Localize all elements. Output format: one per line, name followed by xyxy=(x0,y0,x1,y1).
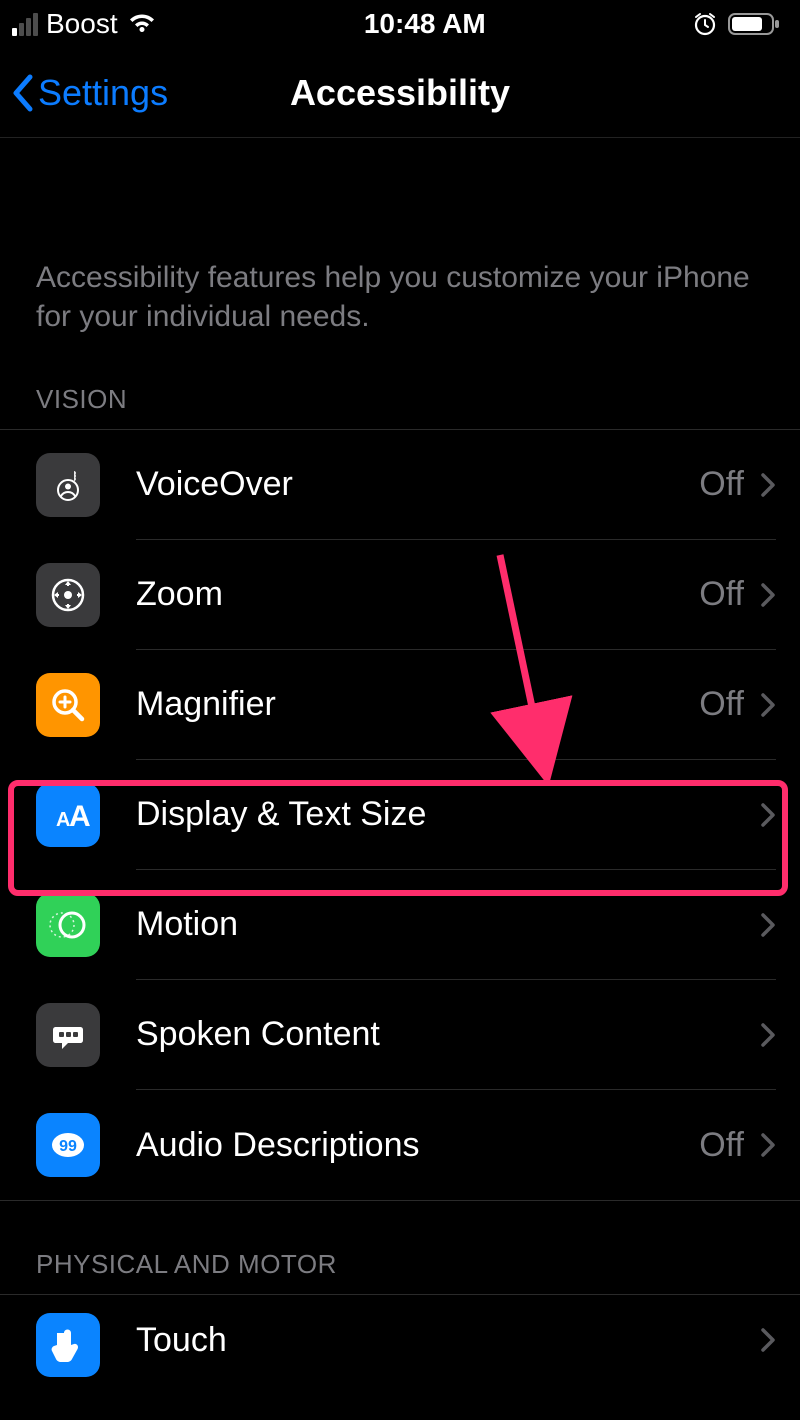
chevron-right-icon xyxy=(760,912,776,938)
chevron-right-icon xyxy=(760,802,776,828)
row-magnifier[interactable]: Magnifier Off xyxy=(0,650,800,760)
row-spoken-content[interactable]: Spoken Content xyxy=(0,980,800,1090)
row-audio-descriptions[interactable]: 99 Audio Descriptions Off xyxy=(0,1090,800,1200)
row-label: Zoom xyxy=(136,575,699,614)
row-label: Display & Text Size xyxy=(136,795,744,834)
wifi-icon xyxy=(126,12,158,36)
signal-icon xyxy=(12,13,38,36)
touch-icon xyxy=(36,1313,100,1377)
audio-descriptions-icon: 99 xyxy=(36,1113,100,1177)
row-value: Off xyxy=(699,1126,744,1165)
voiceover-icon xyxy=(36,453,100,517)
row-label: Audio Descriptions xyxy=(136,1126,699,1165)
svg-text:99: 99 xyxy=(59,1138,77,1155)
text-size-icon: AA xyxy=(36,783,100,847)
zoom-icon xyxy=(36,563,100,627)
row-label: VoiceOver xyxy=(136,465,699,504)
section-header-physical: PHYSICAL AND MOTOR xyxy=(0,1201,800,1294)
alarm-icon xyxy=(692,11,718,37)
row-label: Motion xyxy=(136,905,744,944)
row-touch[interactable]: Touch xyxy=(0,1295,800,1367)
back-label: Settings xyxy=(38,72,168,114)
status-bar: Boost 10:48 AM xyxy=(0,0,800,48)
back-button[interactable]: Settings xyxy=(10,72,168,114)
svg-text:A: A xyxy=(69,800,91,833)
row-value: Off xyxy=(699,685,744,724)
row-label: Touch xyxy=(136,1321,744,1360)
battery-icon xyxy=(728,11,780,37)
row-display-text-size[interactable]: AA Display & Text Size xyxy=(0,760,800,870)
chevron-left-icon xyxy=(10,73,38,113)
row-label: Spoken Content xyxy=(136,1015,744,1054)
chevron-right-icon xyxy=(760,692,776,718)
page-title: Accessibility xyxy=(290,72,510,114)
status-left: Boost xyxy=(12,8,158,40)
row-motion[interactable]: Motion xyxy=(0,870,800,980)
content[interactable]: Accessibility features help you customiz… xyxy=(0,138,800,1367)
status-right xyxy=(692,11,780,37)
magnifier-icon xyxy=(36,673,100,737)
row-label: Magnifier xyxy=(136,685,699,724)
chevron-right-icon xyxy=(760,472,776,498)
row-value: Off xyxy=(699,465,744,504)
vision-list: VoiceOver Off Zoom Off Magnifier Off xyxy=(0,429,800,1201)
chevron-right-icon xyxy=(760,1327,776,1353)
row-zoom[interactable]: Zoom Off xyxy=(0,540,800,650)
clock: 10:48 AM xyxy=(364,8,486,40)
spoken-content-icon xyxy=(36,1003,100,1067)
chevron-right-icon xyxy=(760,1022,776,1048)
carrier-label: Boost xyxy=(46,8,118,40)
nav-bar: Settings Accessibility xyxy=(0,48,800,138)
chevron-right-icon xyxy=(760,1132,776,1158)
row-voiceover[interactable]: VoiceOver Off xyxy=(0,430,800,540)
physical-list: Touch xyxy=(0,1294,800,1367)
row-value: Off xyxy=(699,575,744,614)
intro-text: Accessibility features help you customiz… xyxy=(0,138,800,336)
chevron-right-icon xyxy=(760,582,776,608)
motion-icon xyxy=(36,893,100,957)
section-header-vision: VISION xyxy=(0,336,800,429)
